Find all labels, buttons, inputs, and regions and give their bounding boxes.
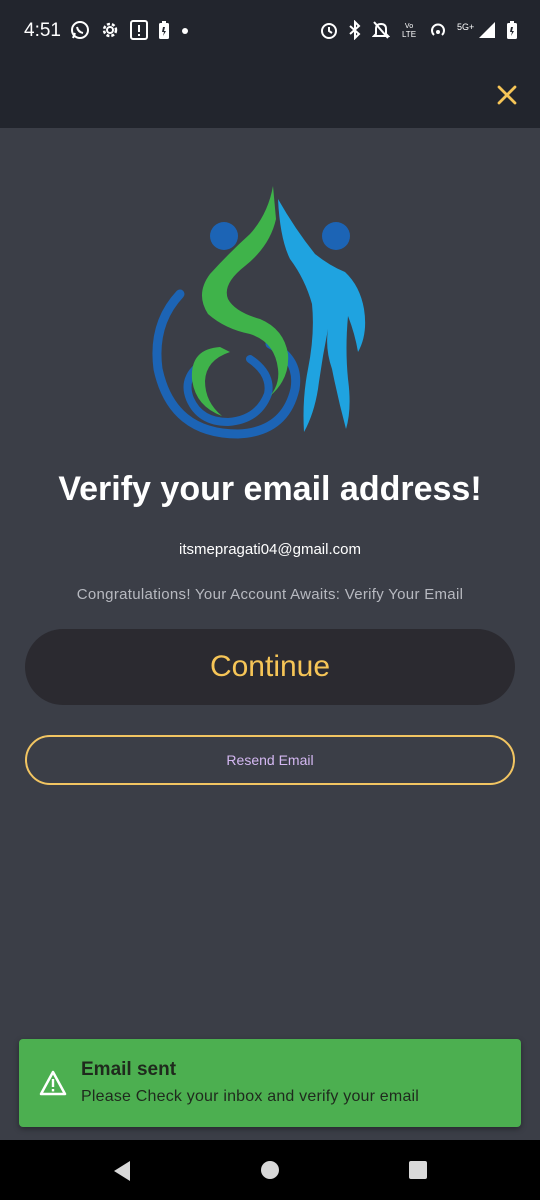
snackbar-title: Email sent xyxy=(81,1059,177,1080)
home-icon[interactable] xyxy=(260,1160,280,1185)
status-right-icons: Vo LTE 5G+ xyxy=(320,20,518,40)
snackbar: Email sent Please Check your inbox and v… xyxy=(19,1039,521,1127)
subtitle-text: Congratulations! Your Account Awaits: Ve… xyxy=(76,586,464,603)
snackbar-message: Please Check your inbox and verify your … xyxy=(81,1088,420,1105)
battery-icon xyxy=(506,20,518,40)
alarm-icon xyxy=(320,20,338,40)
dot-icon xyxy=(180,20,190,40)
back-icon[interactable] xyxy=(112,1160,132,1187)
app-logo xyxy=(150,184,375,439)
system-nav-bar xyxy=(0,1140,540,1200)
resend-email-button[interactable]: Resend Email xyxy=(25,735,515,785)
page-title: Verify your email address! xyxy=(58,470,482,508)
accessibility-high-five-logo xyxy=(152,186,366,439)
battery-saver-icon xyxy=(158,20,170,40)
svg-text:5G+: 5G+ xyxy=(457,22,474,32)
continue-button[interactable]: Continue xyxy=(25,629,515,705)
status-bar: 4:51 Vo LTE 5G+ xyxy=(0,0,540,62)
recents-icon[interactable] xyxy=(408,1160,428,1185)
close-icon xyxy=(497,85,517,105)
warning-icon xyxy=(39,1070,67,1096)
svg-text:Vo: Vo xyxy=(405,23,413,30)
svg-text:LTE: LTE xyxy=(402,30,416,39)
notification-card-icon xyxy=(130,20,148,40)
status-left-icons xyxy=(70,20,190,40)
app-bar xyxy=(0,62,540,128)
hotspot-icon xyxy=(428,20,448,40)
user-email: itsmepragati04@gmail.com xyxy=(179,541,361,558)
close-button[interactable] xyxy=(492,80,522,110)
5g-signal-icon: 5G+ xyxy=(457,20,497,40)
whatsapp-icon xyxy=(70,20,90,40)
mute-icon xyxy=(372,20,390,40)
status-time: 4:51 xyxy=(24,20,61,41)
bluetooth-icon xyxy=(347,20,363,40)
settings-gear-icon xyxy=(100,20,120,40)
volte-icon: Vo LTE xyxy=(399,20,419,40)
